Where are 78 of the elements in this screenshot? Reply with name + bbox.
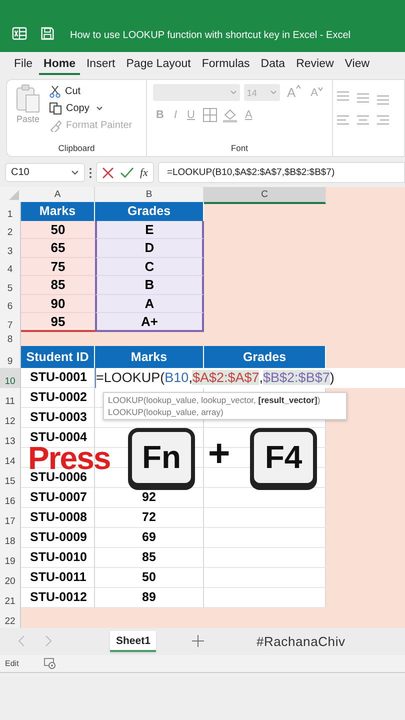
menu-tab[interactable]: Insert xyxy=(81,54,120,74)
column-header[interactable]: C xyxy=(204,187,326,204)
font-name-field[interactable] xyxy=(153,84,240,101)
copy-icon xyxy=(49,102,62,115)
name-box[interactable]: C10 xyxy=(5,163,85,182)
borders-icon[interactable] xyxy=(202,107,218,123)
formula-field[interactable]: =LOOKUP(B10,$A$2:$A$7,$B$2:$B$7) xyxy=(158,162,405,183)
more-icon xyxy=(89,166,92,178)
key-cap: F4 xyxy=(250,428,317,487)
table-cell: STU-0001 xyxy=(21,368,95,388)
cancel-icon[interactable] xyxy=(102,166,114,178)
row-header[interactable]: 5 xyxy=(0,276,21,294)
add-sheet-icon[interactable] xyxy=(192,635,204,647)
table-cell: 50 xyxy=(21,220,95,239)
spreadsheet-app-icon xyxy=(12,26,27,41)
menu-tab[interactable]: Formulas xyxy=(196,54,255,74)
header-cell: Marks xyxy=(95,346,204,368)
scissors-icon xyxy=(49,85,61,98)
header-cell: Grades xyxy=(204,346,326,368)
header-cell: Student ID xyxy=(21,346,95,368)
group-label: Font xyxy=(230,143,248,153)
table-cell: 95 xyxy=(21,313,95,332)
table-cell: B xyxy=(95,276,204,294)
accessibility-icon[interactable] xyxy=(44,658,56,668)
caption: Press xyxy=(28,448,110,468)
key-cap: Fn xyxy=(128,428,195,487)
table-cell: 85 xyxy=(21,276,95,294)
table-cell: 75 xyxy=(21,258,95,276)
previous-sheet-icon[interactable] xyxy=(18,635,26,647)
menu-tab[interactable]: Page Layout xyxy=(121,54,196,74)
copy-button[interactable]: Copy xyxy=(49,101,132,116)
caret-icon xyxy=(230,90,237,95)
row-header[interactable]: 3 xyxy=(0,239,21,258)
insert-function-button[interactable]: fx xyxy=(140,166,148,178)
status-mode: Edit xyxy=(5,658,19,668)
row-header[interactable]: 6 xyxy=(0,294,21,313)
fill-color-icon[interactable] xyxy=(222,107,238,123)
caret-icon xyxy=(318,86,323,90)
sheet-tab[interactable]: Sheet1 xyxy=(110,630,156,652)
paintbrush-icon xyxy=(49,119,62,132)
row-header[interactable]: 9 xyxy=(0,346,21,368)
caret-icon xyxy=(296,85,301,89)
caret-icon xyxy=(96,106,104,111)
table-cell: 65 xyxy=(21,239,95,258)
caret-icon xyxy=(270,90,277,95)
menu-tab[interactable]: View xyxy=(340,54,375,74)
header-cell: Grades xyxy=(95,202,204,220)
header-cell: Marks xyxy=(21,202,95,220)
table-cell: 90 xyxy=(21,294,95,313)
save-icon[interactable] xyxy=(40,26,55,41)
table-cell: C xyxy=(95,258,204,276)
table-cell: E xyxy=(95,220,204,239)
next-sheet-icon[interactable] xyxy=(44,635,52,647)
cell-editor[interactable]: =LOOKUP(B10,$A$2:$A$7,$B$2:$B$7) xyxy=(95,368,405,388)
menu-tab[interactable]: Home xyxy=(38,54,80,74)
group-label: Clipboard xyxy=(58,143,95,153)
table-cell: A xyxy=(95,294,204,313)
row-header[interactable]: 7 xyxy=(0,313,21,332)
window-title: How to use LOOKUP function with shortcut key in Excel - Excel xyxy=(70,30,350,41)
clipboard-icon xyxy=(15,84,41,114)
row-header[interactable]: 8 xyxy=(0,332,21,346)
table-cell: D xyxy=(95,239,204,258)
hashtag: #RachanaChiv xyxy=(256,634,346,648)
cut-button[interactable]: Cut xyxy=(49,84,132,99)
menu-tab[interactable]: File xyxy=(9,54,38,74)
row-header[interactable]: 2 xyxy=(0,220,21,239)
row-header[interactable]: 22 xyxy=(0,608,21,628)
table-cell: A+ xyxy=(95,313,204,332)
plus-sign: + xyxy=(208,433,230,476)
syntax-hint: LOOKUP(lookup_value, lookup_vector, [result_vector]) xyxy=(108,394,322,406)
menu-tab[interactable]: Review xyxy=(291,54,339,74)
row-header[interactable]: 1 xyxy=(0,202,21,220)
row-header[interactable]: 10 xyxy=(0,368,21,388)
row-header[interactable]: 4 xyxy=(0,258,21,276)
menu-tab[interactable]: Data xyxy=(256,54,290,74)
syntax-hint: LOOKUP(lookup_value, array) xyxy=(108,406,224,418)
select-all-icon[interactable] xyxy=(0,187,22,202)
check-icon[interactable] xyxy=(120,166,134,178)
